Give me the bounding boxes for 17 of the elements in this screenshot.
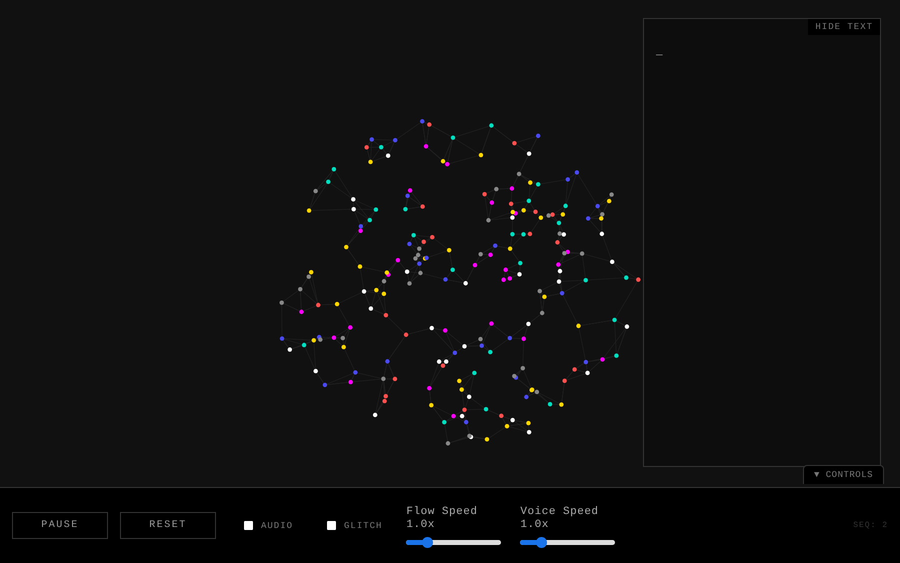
slider-label: Voice Speed (520, 506, 600, 519)
checkbox[interactable] (327, 521, 336, 530)
slider-reading: 1.0x (406, 519, 436, 532)
checkbox[interactable] (244, 521, 253, 530)
pause-button[interactable]: PAUSE (12, 512, 108, 539)
checkbox-label: AUDIO (261, 520, 294, 530)
text-cursor: _ (656, 46, 663, 58)
slider-track[interactable] (520, 540, 616, 545)
hide-text-button[interactable]: HIDE TEXT (808, 19, 880, 35)
slider-thumb[interactable] (422, 537, 434, 548)
reset-button[interactable]: RESET (120, 512, 216, 539)
slider-thumb[interactable] (536, 537, 548, 548)
slider-reading: 1.0x (520, 519, 550, 532)
checkbox-label: GLITCH (344, 520, 382, 530)
slider-label: Flow Speed (406, 506, 478, 519)
slider-track[interactable] (406, 540, 502, 545)
controls-toggle[interactable]: ▼ CONTROLS (802, 465, 884, 484)
